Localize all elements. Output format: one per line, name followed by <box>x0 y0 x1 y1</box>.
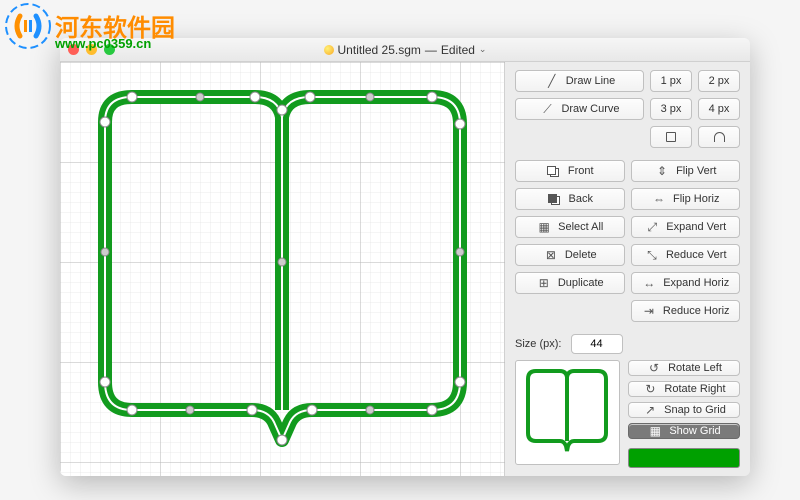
rotate-left-icon: ↺ <box>646 361 662 375</box>
size-label: Size (px): <box>515 338 563 350</box>
snap-icon: ↗ <box>642 403 658 417</box>
site-logo <box>4 2 52 53</box>
reduce-vert-label: Reduce Vert <box>666 249 727 261</box>
expand-vert-button[interactable]: ⤢ Expand Vert <box>631 216 741 238</box>
expand-horiz-label: Expand Horiz <box>663 277 729 289</box>
snap-label: Snap to Grid <box>664 404 726 416</box>
flip-horiz-button[interactable]: ⇔ Flip Horiz <box>631 188 741 210</box>
shape-drawing[interactable] <box>60 62 505 476</box>
stroke-3px-button[interactable]: 3 px <box>650 98 692 120</box>
app-window: Untitled 25.sgm — Edited ⌄ <box>60 38 750 476</box>
flip-vert-icon: ⇕ <box>654 164 670 178</box>
snap-to-grid-button[interactable]: ↗ Snap to Grid <box>628 402 740 418</box>
reduce-horiz-button[interactable]: ⇥ Reduce Horiz <box>631 300 741 322</box>
side-panel: ╱ Draw Line 1 px 2 px ⟋ Draw Curve 3 px … <box>505 62 750 476</box>
delete-button[interactable]: ⊠ Delete <box>515 244 625 266</box>
reduce-vert-icon: ⤡ <box>644 248 660 263</box>
reduce-vert-button[interactable]: ⤡ Reduce Vert <box>631 244 741 266</box>
grid-icon: ▦ <box>647 424 663 438</box>
curve-icon: ⟋ <box>539 102 555 117</box>
draw-curve-label: Draw Curve <box>561 103 619 115</box>
flip-horiz-label: Flip Horiz <box>673 193 719 205</box>
draw-line-button[interactable]: ╱ Draw Line <box>515 70 644 92</box>
title-separator: — <box>425 43 437 57</box>
shape-rect-button[interactable] <box>650 126 692 148</box>
expand-horiz-button[interactable]: ↔ Expand Horiz <box>631 272 741 294</box>
back-button[interactable]: Back <box>515 188 625 210</box>
canvas[interactable] <box>60 62 505 476</box>
draw-curve-button[interactable]: ⟋ Draw Curve <box>515 98 644 120</box>
stroke-2px-button[interactable]: 2 px <box>698 70 740 92</box>
expand-vert-icon: ⤢ <box>644 220 660 235</box>
front-label: Front <box>568 165 594 177</box>
show-grid-label: Show Grid <box>669 425 720 437</box>
preview-thumbnail <box>515 360 620 465</box>
bring-front-icon <box>546 166 562 177</box>
expand-vert-label: Expand Vert <box>666 221 726 233</box>
rotate-left-label: Rotate Left <box>668 362 722 374</box>
square-icon <box>666 132 676 142</box>
flip-vert-label: Flip Vert <box>676 165 716 177</box>
select-all-label: Select All <box>558 221 603 233</box>
line-icon: ╱ <box>544 74 560 88</box>
size-input[interactable] <box>571 334 623 354</box>
duplicate-label: Duplicate <box>558 277 604 289</box>
delete-label: Delete <box>565 249 597 261</box>
site-url: www.pc0359.cn <box>55 36 151 51</box>
flip-vert-button[interactable]: ⇕ Flip Vert <box>631 160 741 182</box>
shape-arch-button[interactable] <box>698 126 740 148</box>
duplicate-button[interactable]: ⊞ Duplicate <box>515 272 625 294</box>
flip-horiz-icon: ⇔ <box>651 192 667 206</box>
chevron-down-icon[interactable]: ⌄ <box>479 44 487 55</box>
rotate-right-button[interactable]: ↻ Rotate Right <box>628 381 740 397</box>
reduce-horiz-label: Reduce Horiz <box>663 305 730 317</box>
arch-icon <box>714 132 725 142</box>
delete-icon: ⊠ <box>543 248 559 262</box>
rotate-right-icon: ↻ <box>642 382 658 396</box>
select-all-icon: ▦ <box>536 220 552 234</box>
reduce-horiz-icon: ⇥ <box>641 304 657 318</box>
expand-horiz-icon: ↔ <box>641 276 657 290</box>
show-grid-button[interactable]: ▦ Show Grid <box>628 423 740 439</box>
title-filename: Untitled 25.sgm <box>338 43 421 57</box>
stroke-4px-button[interactable]: 4 px <box>698 98 740 120</box>
window-title: Untitled 25.sgm — Edited ⌄ <box>60 43 750 57</box>
rotate-right-label: Rotate Right <box>664 383 725 395</box>
send-back-icon <box>547 194 563 205</box>
title-edited: Edited <box>441 43 475 57</box>
front-button[interactable]: Front <box>515 160 625 182</box>
document-icon <box>324 45 334 55</box>
select-all-button[interactable]: ▦ Select All <box>515 216 625 238</box>
back-label: Back <box>569 193 593 205</box>
stroke-1px-button[interactable]: 1 px <box>650 70 692 92</box>
duplicate-icon: ⊞ <box>536 276 552 290</box>
color-swatch[interactable] <box>628 448 740 468</box>
draw-line-label: Draw Line <box>566 75 616 87</box>
rotate-left-button[interactable]: ↺ Rotate Left <box>628 360 740 376</box>
